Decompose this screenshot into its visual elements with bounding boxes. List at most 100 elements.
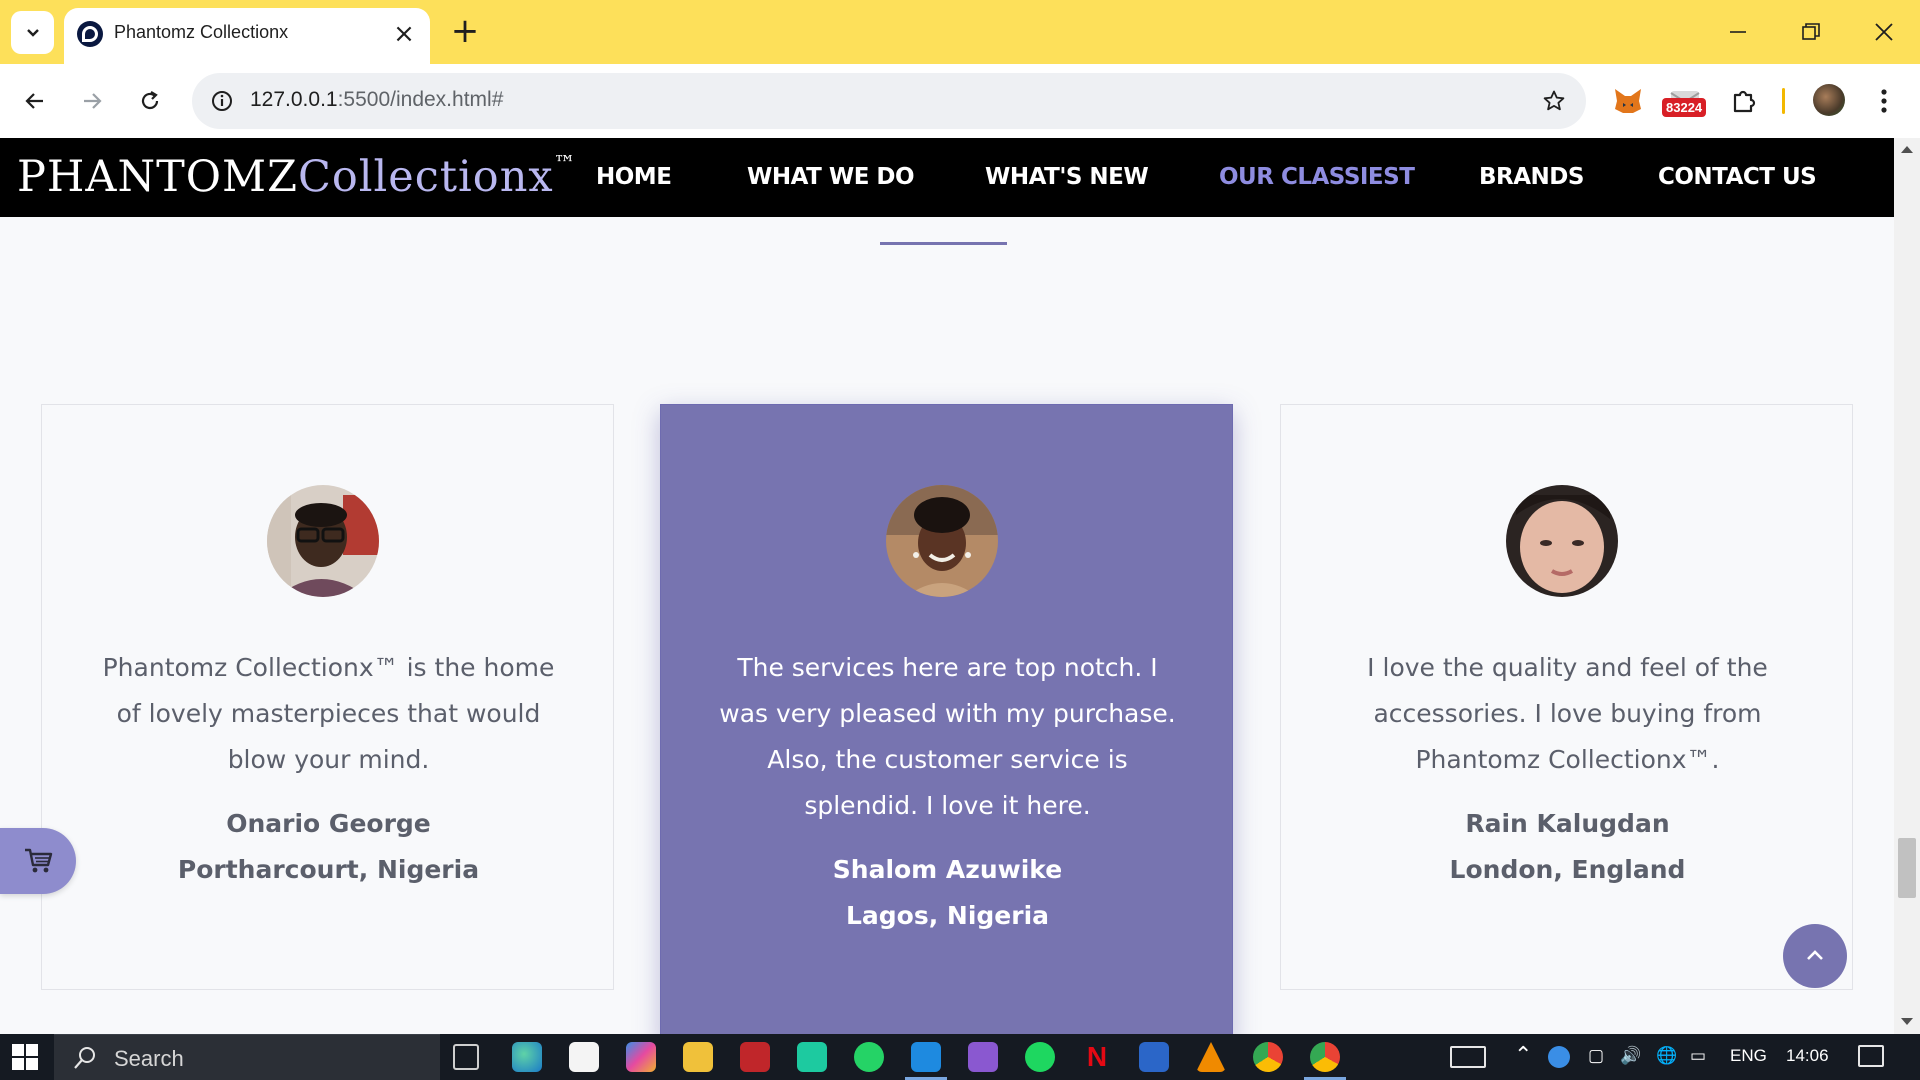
brand-main: PHANTOMZ xyxy=(17,152,298,202)
arrow-right-icon xyxy=(84,93,102,109)
forward-button[interactable] xyxy=(72,81,112,121)
pycharm-icon[interactable] xyxy=(797,1042,827,1072)
testimonial-name: Shalom Azuwike xyxy=(832,855,1063,884)
scroll-down-arrow-icon[interactable] xyxy=(1901,1018,1913,1025)
testimonial-location: Lagos, Nigeria xyxy=(845,901,1050,930)
minimize-icon xyxy=(1730,31,1746,33)
store-icon[interactable] xyxy=(569,1042,599,1072)
browser-tab-active[interactable]: Phantomz Collectionx × xyxy=(64,8,430,64)
browser-toolbar: 127.0.0.1:5500/index.html# xyxy=(0,64,1920,138)
calculator-app-icon[interactable] xyxy=(740,1042,770,1072)
language-indicator[interactable]: ENG xyxy=(1730,1046,1767,1066)
site-logo[interactable]: PHANTOMZCollectionx™ xyxy=(17,152,577,202)
info-icon xyxy=(212,91,232,111)
metamask-extension-button[interactable] xyxy=(1608,81,1648,121)
shopping-cart-icon xyxy=(25,848,53,873)
task-view-icon[interactable] xyxy=(453,1044,479,1070)
puzzle-icon xyxy=(1733,90,1756,113)
testimonial-card: I love the quality and feel of the acces… xyxy=(1280,404,1853,990)
testimonial-name: Rain Kalugdan xyxy=(1465,809,1670,838)
page-viewport: PHANTOMZCollectionx™ HOME WHAT WE DO WHA… xyxy=(0,138,1894,1034)
testimonial-quote: Phantomz Collectionx™ is the home of lov… xyxy=(102,653,555,774)
url-path: :5500/index.html# xyxy=(337,88,504,111)
reload-button[interactable] xyxy=(130,81,170,121)
site-favicon-icon xyxy=(77,21,103,47)
brand-mark: ™ xyxy=(553,152,577,177)
close-window-button[interactable] xyxy=(1854,8,1914,56)
chrome-menu-button[interactable] xyxy=(1864,81,1904,121)
tray-overflow-chevron-icon[interactable]: ⌃ xyxy=(1514,1042,1532,1068)
visual-studio-icon[interactable] xyxy=(968,1042,998,1072)
cart-button[interactable] xyxy=(0,828,76,894)
edge-icon[interactable] xyxy=(512,1042,542,1072)
taskbar-clock[interactable]: 14:06 xyxy=(1786,1046,1829,1066)
chrome-active-icon[interactable] xyxy=(1304,1042,1346,1080)
avatar xyxy=(886,485,998,597)
address-bar[interactable]: 127.0.0.1:5500/index.html# xyxy=(192,73,1586,129)
nav-brands[interactable]: BRANDS xyxy=(1479,164,1584,190)
network-globe-icon[interactable]: 🌐 xyxy=(1656,1046,1677,1066)
page-scrollbar[interactable] xyxy=(1894,138,1920,1034)
copilot-icon[interactable] xyxy=(626,1042,656,1072)
testimonial-location: London, England xyxy=(1449,855,1686,884)
profile-avatar[interactable] xyxy=(1813,84,1845,116)
kebab-menu-icon xyxy=(1881,89,1887,113)
news-widget-icon[interactable] xyxy=(1450,1046,1486,1068)
close-icon xyxy=(1875,23,1893,41)
tray-device-icon[interactable]: ▢ xyxy=(1588,1046,1604,1066)
avatar xyxy=(1506,485,1618,597)
netflix-icon[interactable]: N xyxy=(1082,1042,1112,1072)
restore-icon xyxy=(1802,23,1820,40)
testimonial-quote: The services here are top notch. I was v… xyxy=(719,653,1176,820)
new-tab-button[interactable]: + xyxy=(447,14,483,50)
testimonial-card-featured: The services here are top notch. I was v… xyxy=(660,404,1233,1034)
tab-title: Phantomz Collectionx xyxy=(114,22,289,42)
section-divider xyxy=(880,242,1007,245)
fox-icon xyxy=(1615,89,1641,113)
nav-whats-new[interactable]: WHAT'S NEW xyxy=(985,164,1149,190)
testimonial-card: Phantomz Collectionx™ is the home of lov… xyxy=(41,404,614,990)
windows-taskbar: Search N ⌃ ▢ 🔊 🌐 ▭ ENG 14:06 xyxy=(0,1034,1920,1080)
chevron-down-icon xyxy=(26,28,39,37)
avatar xyxy=(267,485,379,597)
vscode-icon[interactable] xyxy=(905,1042,947,1080)
nav-contact-us[interactable]: CONTACT US xyxy=(1658,164,1817,190)
battery-icon[interactable]: ▭ xyxy=(1690,1046,1706,1066)
restore-button[interactable] xyxy=(1781,8,1841,56)
tab-search-button[interactable] xyxy=(11,11,54,54)
close-tab-icon[interactable]: × xyxy=(388,18,420,50)
scroll-up-arrow-icon[interactable] xyxy=(1901,146,1913,153)
vlc-icon[interactable] xyxy=(1196,1042,1226,1072)
minimize-button[interactable] xyxy=(1708,8,1768,56)
file-explorer-icon[interactable] xyxy=(683,1042,713,1072)
search-icon xyxy=(74,1047,95,1069)
bookmark-star-button[interactable] xyxy=(1536,83,1572,119)
nav-our-classiest[interactable]: OUR CLASSIEST xyxy=(1219,164,1415,190)
taskbar-search-box[interactable]: Search xyxy=(54,1034,440,1080)
toolbar-divider xyxy=(1782,88,1785,114)
brand-accent: Collectionx xyxy=(297,152,554,202)
url-text[interactable]: 127.0.0.1:5500/index.html# xyxy=(250,88,503,112)
spotify-icon[interactable] xyxy=(1025,1042,1055,1072)
chrome-icon[interactable] xyxy=(1253,1042,1283,1072)
extensions-button[interactable] xyxy=(1724,81,1764,121)
tray-app-icon[interactable] xyxy=(1548,1046,1570,1068)
back-button[interactable] xyxy=(15,81,55,121)
whatsapp-icon[interactable] xyxy=(854,1042,884,1072)
site-navbar: PHANTOMZCollectionx™ HOME WHAT WE DO WHA… xyxy=(0,138,1894,217)
taskbar-search-placeholder: Search xyxy=(114,1046,184,1071)
scroll-to-top-button[interactable] xyxy=(1783,924,1847,988)
scrollbar-thumb[interactable] xyxy=(1898,838,1916,898)
nav-what-we-do[interactable]: WHAT WE DO xyxy=(747,164,915,190)
word-icon[interactable] xyxy=(1139,1042,1169,1072)
volume-icon[interactable]: 🔊 xyxy=(1620,1046,1641,1066)
notification-center-icon[interactable] xyxy=(1858,1045,1884,1067)
site-info-button[interactable] xyxy=(204,83,240,119)
url-host: 127.0.0.1 xyxy=(250,88,338,111)
nav-home[interactable]: HOME xyxy=(596,164,672,190)
windows-start-button[interactable] xyxy=(12,1044,38,1070)
star-icon xyxy=(1543,90,1565,111)
extension-badge: 83224 xyxy=(1662,98,1707,117)
browser-tab-strip: Phantomz Collectionx × + xyxy=(0,0,1920,64)
chevron-up-icon xyxy=(1807,950,1823,960)
